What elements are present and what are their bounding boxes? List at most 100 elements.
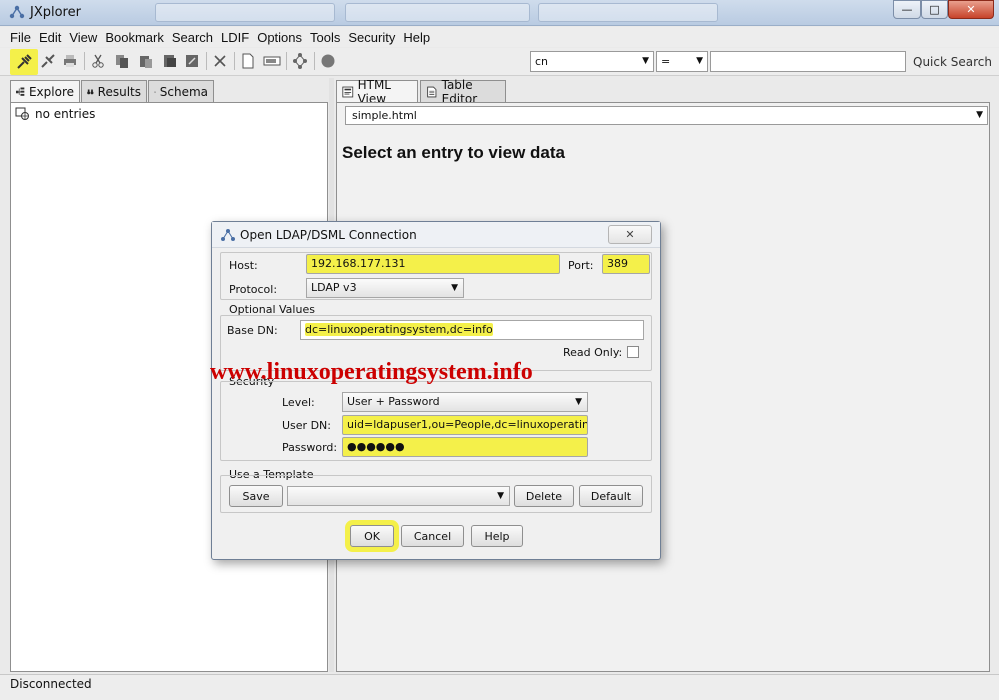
save-template-button[interactable]: Save (229, 485, 283, 507)
chevron-down-icon: ▼ (575, 397, 582, 407)
quick-search-button[interactable]: Quick Search (913, 55, 992, 69)
status-bar: Disconnected (0, 674, 999, 700)
connection-status: Disconnected (10, 677, 92, 691)
new-entry-button[interactable] (238, 51, 258, 71)
password-label: Password: (282, 441, 338, 454)
close-icon: ✕ (625, 228, 635, 241)
menu-file[interactable]: File (10, 30, 31, 45)
refresh-icon (293, 53, 307, 69)
menu-view[interactable]: View (69, 30, 97, 45)
world-node-icon (15, 107, 29, 120)
dialog-close-button[interactable]: ✕ (608, 225, 652, 244)
tab-explore[interactable]: Explore (10, 80, 80, 103)
disconnect-button[interactable] (38, 51, 58, 71)
paste-alias-button[interactable] (182, 51, 202, 71)
chevron-down-icon: ▼ (497, 491, 504, 501)
minimize-icon: — (901, 3, 913, 16)
menu-tools[interactable]: Tools (310, 30, 340, 45)
tab-table-editor[interactable]: Table Editor (420, 78, 506, 106)
ok-button[interactable]: OK (350, 525, 394, 547)
menu-options[interactable]: Options (257, 30, 302, 45)
toolbar-separator (314, 52, 315, 70)
new-entry-icon (242, 53, 254, 69)
refresh-button[interactable] (290, 51, 310, 71)
search-attribute-select[interactable]: cn ▼ (530, 51, 654, 72)
table-editor-icon (427, 86, 437, 97)
dialog-title-bar: Open LDAP/DSML Connection ✕ (212, 222, 660, 248)
security-level-value: User + Password (347, 395, 440, 408)
template-select[interactable]: ▼ (287, 486, 510, 506)
cut-icon (92, 54, 104, 68)
cut-button[interactable] (88, 51, 108, 71)
base-dn-input[interactable]: dc=linuxoperatingsystem,dc=info (300, 320, 644, 340)
toolbar-separator (234, 52, 235, 70)
tree-root-node[interactable]: no entries (15, 107, 95, 121)
toolbar-separator (84, 52, 85, 70)
search-operator-value: = (661, 55, 671, 68)
maximize-icon: □ (929, 3, 940, 16)
base-dn-label: Base DN: (227, 324, 278, 337)
background-taskbar-tab (538, 3, 718, 22)
menu-security[interactable]: Security (348, 30, 395, 45)
close-window-button[interactable]: ✕ (948, 0, 994, 19)
help-button[interactable]: Help (471, 525, 523, 547)
toolbar-separator (206, 52, 207, 70)
menu-bookmark[interactable]: Bookmark (105, 30, 164, 45)
password-input[interactable]: ●●●●●● (342, 437, 588, 457)
security-level-select[interactable]: User + Password ▼ (342, 392, 588, 412)
tree-icon (16, 87, 25, 96)
entry-view-message: Select an entry to view data (342, 143, 565, 162)
minimize-button[interactable]: — (893, 0, 921, 19)
menu-edit[interactable]: Edit (39, 30, 61, 45)
delete-template-button[interactable]: Delete (514, 485, 574, 507)
print-button[interactable] (60, 51, 80, 71)
user-dn-input[interactable]: uid=ldapuser1,ou=People,dc=linuxoperatin… (342, 415, 588, 435)
quick-search-input[interactable] (710, 51, 906, 72)
menu-search[interactable]: Search (172, 30, 213, 45)
connect-button[interactable] (10, 49, 38, 75)
cancel-button[interactable]: Cancel (401, 525, 464, 547)
copy-dn-button[interactable] (160, 51, 180, 71)
background-taskbar-tab (155, 3, 335, 22)
paste-button[interactable] (136, 51, 156, 71)
user-dn-label: User DN: (282, 419, 331, 432)
copy-icon (116, 55, 128, 68)
menu-help[interactable]: Help (403, 30, 430, 45)
stop-button[interactable] (318, 51, 338, 71)
html-template-select[interactable]: simple.html ▼ (345, 106, 988, 125)
close-icon: ✕ (966, 3, 976, 16)
search-attribute-value: cn (535, 55, 549, 68)
protocol-label: Protocol: (229, 283, 278, 296)
delete-button[interactable] (210, 51, 230, 71)
maximize-button[interactable]: □ (921, 0, 948, 19)
tab-html-view[interactable]: HTML View (336, 78, 418, 106)
delete-icon (214, 55, 226, 67)
level-label: Level: (282, 396, 315, 409)
tree-root-label: no entries (35, 107, 96, 121)
dialog-title: Open LDAP/DSML Connection (240, 228, 417, 242)
menu-bar: File Edit View Bookmark Search LDIF Opti… (0, 27, 999, 47)
copy-button[interactable] (112, 51, 132, 71)
tab-schema[interactable]: Schema (148, 80, 214, 102)
jxplorer-logo-icon (221, 229, 235, 241)
chevron-down-icon: ▼ (976, 110, 983, 120)
html-view-icon (342, 86, 354, 98)
disconnect-icon (41, 54, 55, 68)
tab-results-label: Results (97, 84, 141, 99)
host-input[interactable]: 192.168.177.131 (306, 254, 560, 274)
base-dn-value: dc=linuxoperatingsystem,dc=info (305, 323, 493, 336)
tab-schema-label: Schema (159, 84, 208, 99)
toolbar: cn ▼ = ▼ Quick Search (0, 48, 999, 76)
search-operator-select[interactable]: = ▼ (656, 51, 708, 72)
port-label: Port: (568, 259, 594, 272)
chevron-down-icon: ▼ (451, 283, 458, 293)
default-template-button[interactable]: Default (579, 485, 643, 507)
rename-button[interactable] (262, 51, 282, 71)
protocol-select[interactable]: LDAP v3 ▼ (306, 278, 464, 298)
read-only-checkbox[interactable] (627, 346, 639, 358)
tab-results[interactable]: Results (81, 80, 147, 102)
menu-ldif[interactable]: LDIF (221, 30, 249, 45)
port-input[interactable]: 389 (602, 254, 650, 274)
host-label: Host: (229, 259, 258, 272)
title-bar: JXplorer — □ ✕ (0, 0, 999, 26)
